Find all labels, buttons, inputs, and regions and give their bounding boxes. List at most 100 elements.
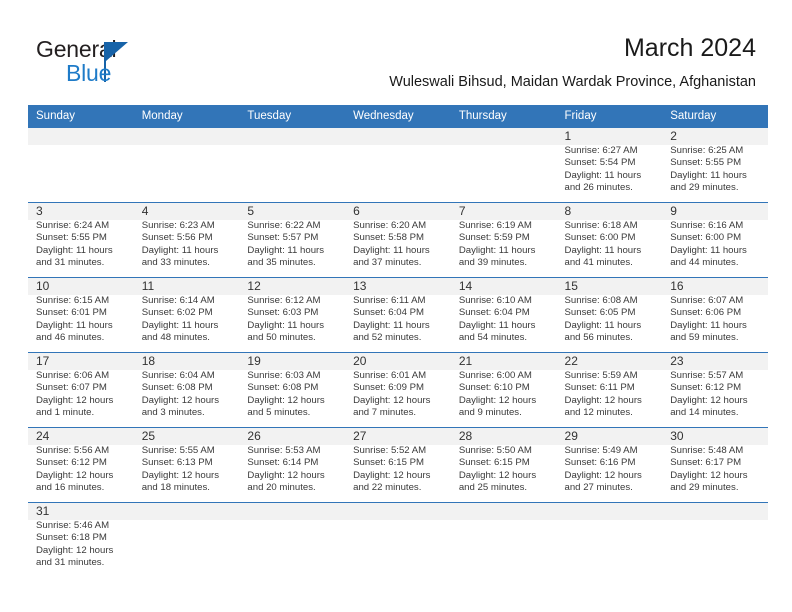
day-number <box>28 128 134 144</box>
calendar-day-cell[interactable]: 15 Sunrise: 6:08 AM Sunset: 6:05 PM Dayligh… <box>556 277 663 353</box>
sunrise-time: Sunrise: 6:14 AM <box>141 295 215 306</box>
sunrise-time: Sunrise: 6:11 AM <box>353 295 426 306</box>
calendar-day-cell[interactable]: 7 Sunrise: 6:19 AM Sunset: 5:59 PM Daylight… <box>450 202 557 278</box>
page-header: General Blue March 2024 Wuleswali Bihsud… <box>0 0 792 100</box>
daylight-duration-line2: and 18 minutes. <box>141 481 210 493</box>
sunset-time: Sunset: 6:08 PM <box>141 382 213 394</box>
calendar-day-cell[interactable]: 5 Sunrise: 6:22 AM Sunset: 5:57 PM Daylight… <box>239 202 346 278</box>
sunrise-time: Sunrise: 5:50 AM <box>458 445 532 456</box>
calendar-day-cell[interactable]: 25 Sunrise: 5:55 AM Sunset: 6:13 PM Dayligh… <box>133 427 240 503</box>
calendar-day-cell[interactable]: 31 Sunrise: 5:46 AM Sunset: 6:18 PM Dayligh… <box>28 502 768 577</box>
day-number <box>662 503 768 519</box>
daylight-duration-line1: Daylight: 12 hours <box>564 394 642 406</box>
calendar-day-cell[interactable]: 12 Sunrise: 6:12 AM Sunset: 6:03 PM Dayligh… <box>239 277 346 353</box>
calendar-day-cell[interactable]: 21 Sunrise: 6:00 AM Sunset: 6:10 PM Dayligh… <box>450 352 557 428</box>
weekday-header-tuesday: Tuesday <box>239 105 346 128</box>
sunrise-time: Sunrise: 6:04 AM <box>141 370 215 381</box>
daylight-duration-line1: Daylight: 11 hours <box>247 319 325 331</box>
daylight-duration-line1: Daylight: 12 hours <box>353 394 431 406</box>
calendar-empty-cell <box>239 502 346 577</box>
calendar-day-cell[interactable]: 10 Sunrise: 6:15 AM Sunset: 6:01 PM Dayligh… <box>28 277 768 353</box>
calendar-day-cell[interactable]: 18 Sunrise: 6:04 AM Sunset: 6:08 PM Dayligh… <box>133 352 240 428</box>
daylight-duration-line1: Daylight: 12 hours <box>36 469 114 481</box>
daylight-duration-line1: Daylight: 11 hours <box>353 319 430 331</box>
sunrise-time: Sunrise: 6:00 AM <box>458 370 532 381</box>
calendar-day-cell[interactable]: 26 Sunrise: 5:53 AM Sunset: 6:14 PM Dayligh… <box>239 427 346 503</box>
calendar-day-cell[interactable]: 23 Sunrise: 5:57 AM Sunset: 6:12 PM Dayligh… <box>662 352 768 428</box>
daylight-duration-line2: and 3 minutes. <box>141 406 205 418</box>
day-number: 12 <box>247 279 261 293</box>
sunset-time: Sunset: 6:00 PM <box>564 232 636 244</box>
sunrise-time: Sunrise: 6:08 AM <box>564 295 638 306</box>
calendar-day-cell[interactable]: 1 Sunrise: 6:27 AM Sunset: 5:54 PM Daylight… <box>556 127 663 203</box>
daylight-duration-line1: Daylight: 11 hours <box>670 319 747 331</box>
day-number: 22 <box>564 354 578 368</box>
calendar-day-cell[interactable]: 9 Sunrise: 6:16 AM Sunset: 6:00 PM Daylight… <box>662 202 768 278</box>
calendar-body: 1 Sunrise: 6:27 AM Sunset: 5:54 PM Daylight… <box>28 127 768 577</box>
calendar-empty-cell <box>450 127 557 203</box>
day-number <box>451 503 557 519</box>
daylight-duration-line1: Daylight: 11 hours <box>458 319 536 331</box>
day-details <box>662 519 768 520</box>
daylight-duration-line2: and 48 minutes. <box>141 331 210 343</box>
calendar-day-cell[interactable]: 2 Sunrise: 6:25 AM Sunset: 5:55 PM Daylight… <box>662 127 768 203</box>
calendar-day-cell[interactable]: 17 Sunrise: 6:06 AM Sunset: 6:07 PM Dayligh… <box>28 352 768 428</box>
day-details: Sunrise: 6:00 AM Sunset: 6:10 PM Daylight:… <box>451 369 557 419</box>
calendar-day-cell[interactable]: 20 Sunrise: 6:01 AM Sunset: 6:09 PM Dayligh… <box>345 352 451 428</box>
calendar-day-cell[interactable]: 28 Sunrise: 5:50 AM Sunset: 6:15 PM Dayligh… <box>450 427 557 503</box>
day-number: 15 <box>564 279 578 293</box>
day-number: 5 <box>247 204 255 218</box>
calendar-week-row: 31 Sunrise: 5:46 AM Sunset: 6:18 PM Dayligh… <box>28 502 768 577</box>
day-number: 11 <box>141 279 155 293</box>
sunset-time: Sunset: 6:04 PM <box>458 307 530 319</box>
calendar-day-cell[interactable]: 3 Sunrise: 6:24 AM Sunset: 5:55 PM Daylight… <box>28 202 768 278</box>
page-title: March 2024 <box>623 34 756 62</box>
calendar-day-cell[interactable]: 27 Sunrise: 5:52 AM Sunset: 6:15 PM Dayligh… <box>345 427 451 503</box>
day-number: 28 <box>458 429 473 443</box>
daylight-duration-line1: Daylight: 12 hours <box>564 469 642 481</box>
daylight-duration-line2: and 20 minutes. <box>247 481 316 493</box>
day-number: 26 <box>247 429 261 443</box>
daylight-duration-line2: and 27 minutes. <box>564 481 633 493</box>
calendar-day-cell[interactable]: 4 Sunrise: 6:23 AM Sunset: 5:56 PM Daylight… <box>133 202 240 278</box>
calendar-day-cell[interactable]: 8 Sunrise: 6:18 AM Sunset: 6:00 PM Daylight… <box>556 202 663 278</box>
daylight-duration-line1: Daylight: 11 hours <box>36 319 113 331</box>
day-details: Sunrise: 6:16 AM Sunset: 6:00 PM Daylight:… <box>662 219 768 269</box>
daylight-duration-line2: and 35 minutes. <box>247 256 316 268</box>
calendar-day-cell[interactable]: 22 Sunrise: 5:59 AM Sunset: 6:11 PM Dayligh… <box>556 352 663 428</box>
day-number: 9 <box>670 204 677 218</box>
day-details <box>134 519 240 520</box>
calendar-day-cell[interactable]: 19 Sunrise: 6:03 AM Sunset: 6:08 PM Dayligh… <box>239 352 346 428</box>
sunset-time: Sunset: 6:07 PM <box>36 382 107 394</box>
daylight-duration-line1: Daylight: 11 hours <box>353 244 430 256</box>
day-number: 4 <box>141 204 149 218</box>
sunrise-time: Sunrise: 5:57 AM <box>670 370 744 381</box>
calendar-day-cell[interactable]: 14 Sunrise: 6:10 AM Sunset: 6:04 PM Dayligh… <box>450 277 557 353</box>
day-number <box>134 503 240 519</box>
day-details: Sunrise: 5:49 AM Sunset: 6:16 PM Daylight:… <box>557 444 663 494</box>
sunrise-time: Sunrise: 5:52 AM <box>353 445 427 456</box>
day-number: 31 <box>36 504 50 518</box>
calendar-day-cell[interactable]: 6 Sunrise: 6:20 AM Sunset: 5:58 PM Daylight… <box>345 202 451 278</box>
calendar-day-cell[interactable]: 16 Sunrise: 6:07 AM Sunset: 6:06 PM Dayligh… <box>662 277 768 353</box>
daylight-duration-line2: and 39 minutes. <box>458 256 528 268</box>
day-number <box>345 128 451 144</box>
sunrise-time: Sunrise: 5:49 AM <box>564 445 638 456</box>
sunset-time: Sunset: 5:59 PM <box>458 232 530 244</box>
calendar-day-cell[interactable]: 24 Sunrise: 5:56 AM Sunset: 6:12 PM Dayligh… <box>28 427 768 503</box>
calendar-day-cell[interactable]: 11 Sunrise: 6:14 AM Sunset: 6:02 PM Dayligh… <box>133 277 240 353</box>
daylight-duration-line2: and 59 minutes. <box>670 331 739 343</box>
weekday-header-monday: Monday <box>133 105 240 128</box>
sunrise-time: Sunrise: 6:07 AM <box>670 295 744 306</box>
day-details <box>557 519 663 520</box>
sunrise-time: Sunrise: 6:23 AM <box>141 220 215 231</box>
calendar-week-row: 24 Sunrise: 5:56 AM Sunset: 6:12 PM Dayligh… <box>28 427 768 503</box>
calendar-day-cell[interactable]: 13 Sunrise: 6:11 AM Sunset: 6:04 PM Dayligh… <box>345 277 451 353</box>
day-number <box>557 503 663 519</box>
logo-text-blue: Blue <box>66 60 112 86</box>
sunset-time: Sunset: 5:55 PM <box>36 232 107 244</box>
calendar-day-cell[interactable]: 30 Sunrise: 5:48 AM Sunset: 6:17 PM Dayligh… <box>662 427 768 503</box>
calendar-day-cell[interactable]: 29 Sunrise: 5:49 AM Sunset: 6:16 PM Dayligh… <box>556 427 663 503</box>
day-details <box>239 144 345 145</box>
day-details: Sunrise: 6:24 AM Sunset: 5:55 PM Daylight:… <box>28 219 134 269</box>
